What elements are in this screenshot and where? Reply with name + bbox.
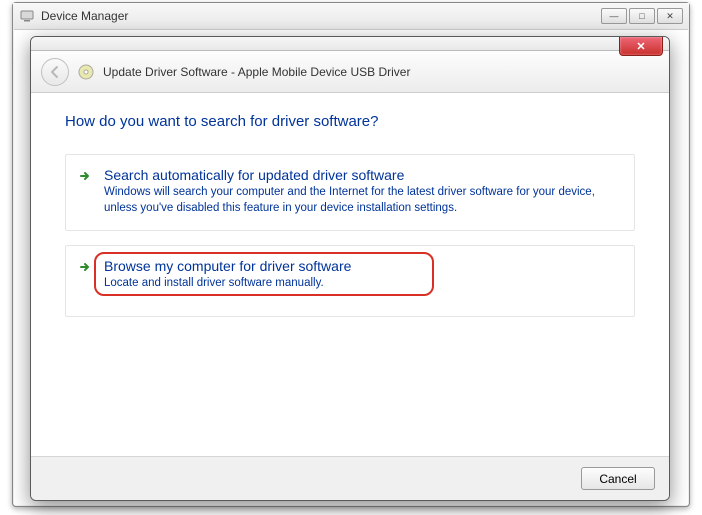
option-title: Search automatically for updated driver … bbox=[104, 167, 620, 183]
option-browse-computer[interactable]: Browse my computer for driver software L… bbox=[65, 245, 635, 317]
device-manager-title: Device Manager bbox=[41, 9, 128, 23]
device-manager-icon bbox=[19, 8, 35, 24]
dialog-header: Update Driver Software - Apple Mobile De… bbox=[31, 51, 669, 93]
maximize-button[interactable]: □ bbox=[629, 8, 655, 24]
option-title: Browse my computer for driver software bbox=[104, 258, 620, 274]
device-manager-titlebar: Device Manager — □ ✕ bbox=[13, 3, 689, 29]
option-desc: Windows will search your computer and th… bbox=[104, 185, 620, 216]
driver-disc-icon bbox=[77, 63, 95, 81]
back-arrow-icon bbox=[48, 65, 62, 79]
dialog-footer: Cancel bbox=[31, 456, 669, 500]
arrow-right-icon bbox=[78, 260, 92, 279]
dialog-question: How do you want to search for driver sof… bbox=[65, 113, 635, 130]
back-button[interactable] bbox=[41, 58, 69, 86]
window-controls: — □ ✕ bbox=[601, 8, 683, 24]
dialog-title: Update Driver Software - Apple Mobile De… bbox=[103, 65, 410, 79]
cancel-button[interactable]: Cancel bbox=[581, 467, 655, 490]
option-desc: Locate and install driver software manua… bbox=[104, 276, 620, 292]
close-button[interactable]: ✕ bbox=[657, 8, 683, 24]
dialog-titlebar: ✕ bbox=[31, 37, 669, 51]
dialog-close-button[interactable]: ✕ bbox=[619, 36, 663, 56]
option-search-automatically[interactable]: Search automatically for updated driver … bbox=[65, 154, 635, 231]
dialog-body: How do you want to search for driver sof… bbox=[31, 93, 669, 351]
update-driver-dialog: ✕ Update Driver Software - Apple Mobile … bbox=[30, 36, 670, 501]
minimize-button[interactable]: — bbox=[601, 8, 627, 24]
arrow-right-icon bbox=[78, 169, 92, 188]
